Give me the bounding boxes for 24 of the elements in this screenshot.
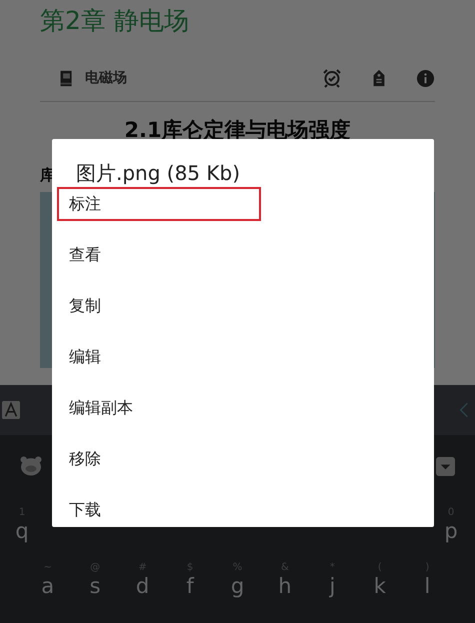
note-title: 第2章 静电场 (40, 5, 190, 37)
info-icon[interactable] (416, 68, 435, 88)
notebook-name[interactable]: 电磁场 (85, 69, 127, 87)
alarm-clock-icon[interactable] (322, 68, 342, 88)
menu-item[interactable]: 移除 (57, 442, 261, 476)
menu-item[interactable]: 下载 (57, 493, 261, 527)
keyboard-key[interactable]: & h (261, 552, 309, 607)
input-mode-icon[interactable] (2, 401, 20, 419)
keyboard-key[interactable]: ~ a (24, 552, 72, 607)
keyboard-key[interactable]: % g (214, 552, 262, 607)
menu-item[interactable]: 编辑副本 (57, 391, 261, 425)
keyboard-key[interactable]: * j (308, 552, 356, 607)
keyboard-key[interactable]: ( k (356, 552, 404, 607)
keyboard-key[interactable]: $ f (166, 552, 214, 607)
keyboard-key[interactable]: # d (118, 552, 166, 607)
bear-logo-icon[interactable] (20, 456, 42, 476)
menu-item[interactable]: 编辑 (57, 340, 261, 374)
keyboard-key[interactable]: @ s (71, 552, 119, 607)
dialog-title: 图片.png (85 Kb) (75, 160, 242, 187)
dropdown-icon[interactable] (436, 456, 455, 476)
keyboard-key[interactable]: ) l (404, 552, 451, 607)
menu-item[interactable]: 标注 (57, 187, 261, 221)
menu-item[interactable]: 查看 (57, 238, 261, 272)
menu-item[interactable]: 复制 (57, 289, 261, 323)
